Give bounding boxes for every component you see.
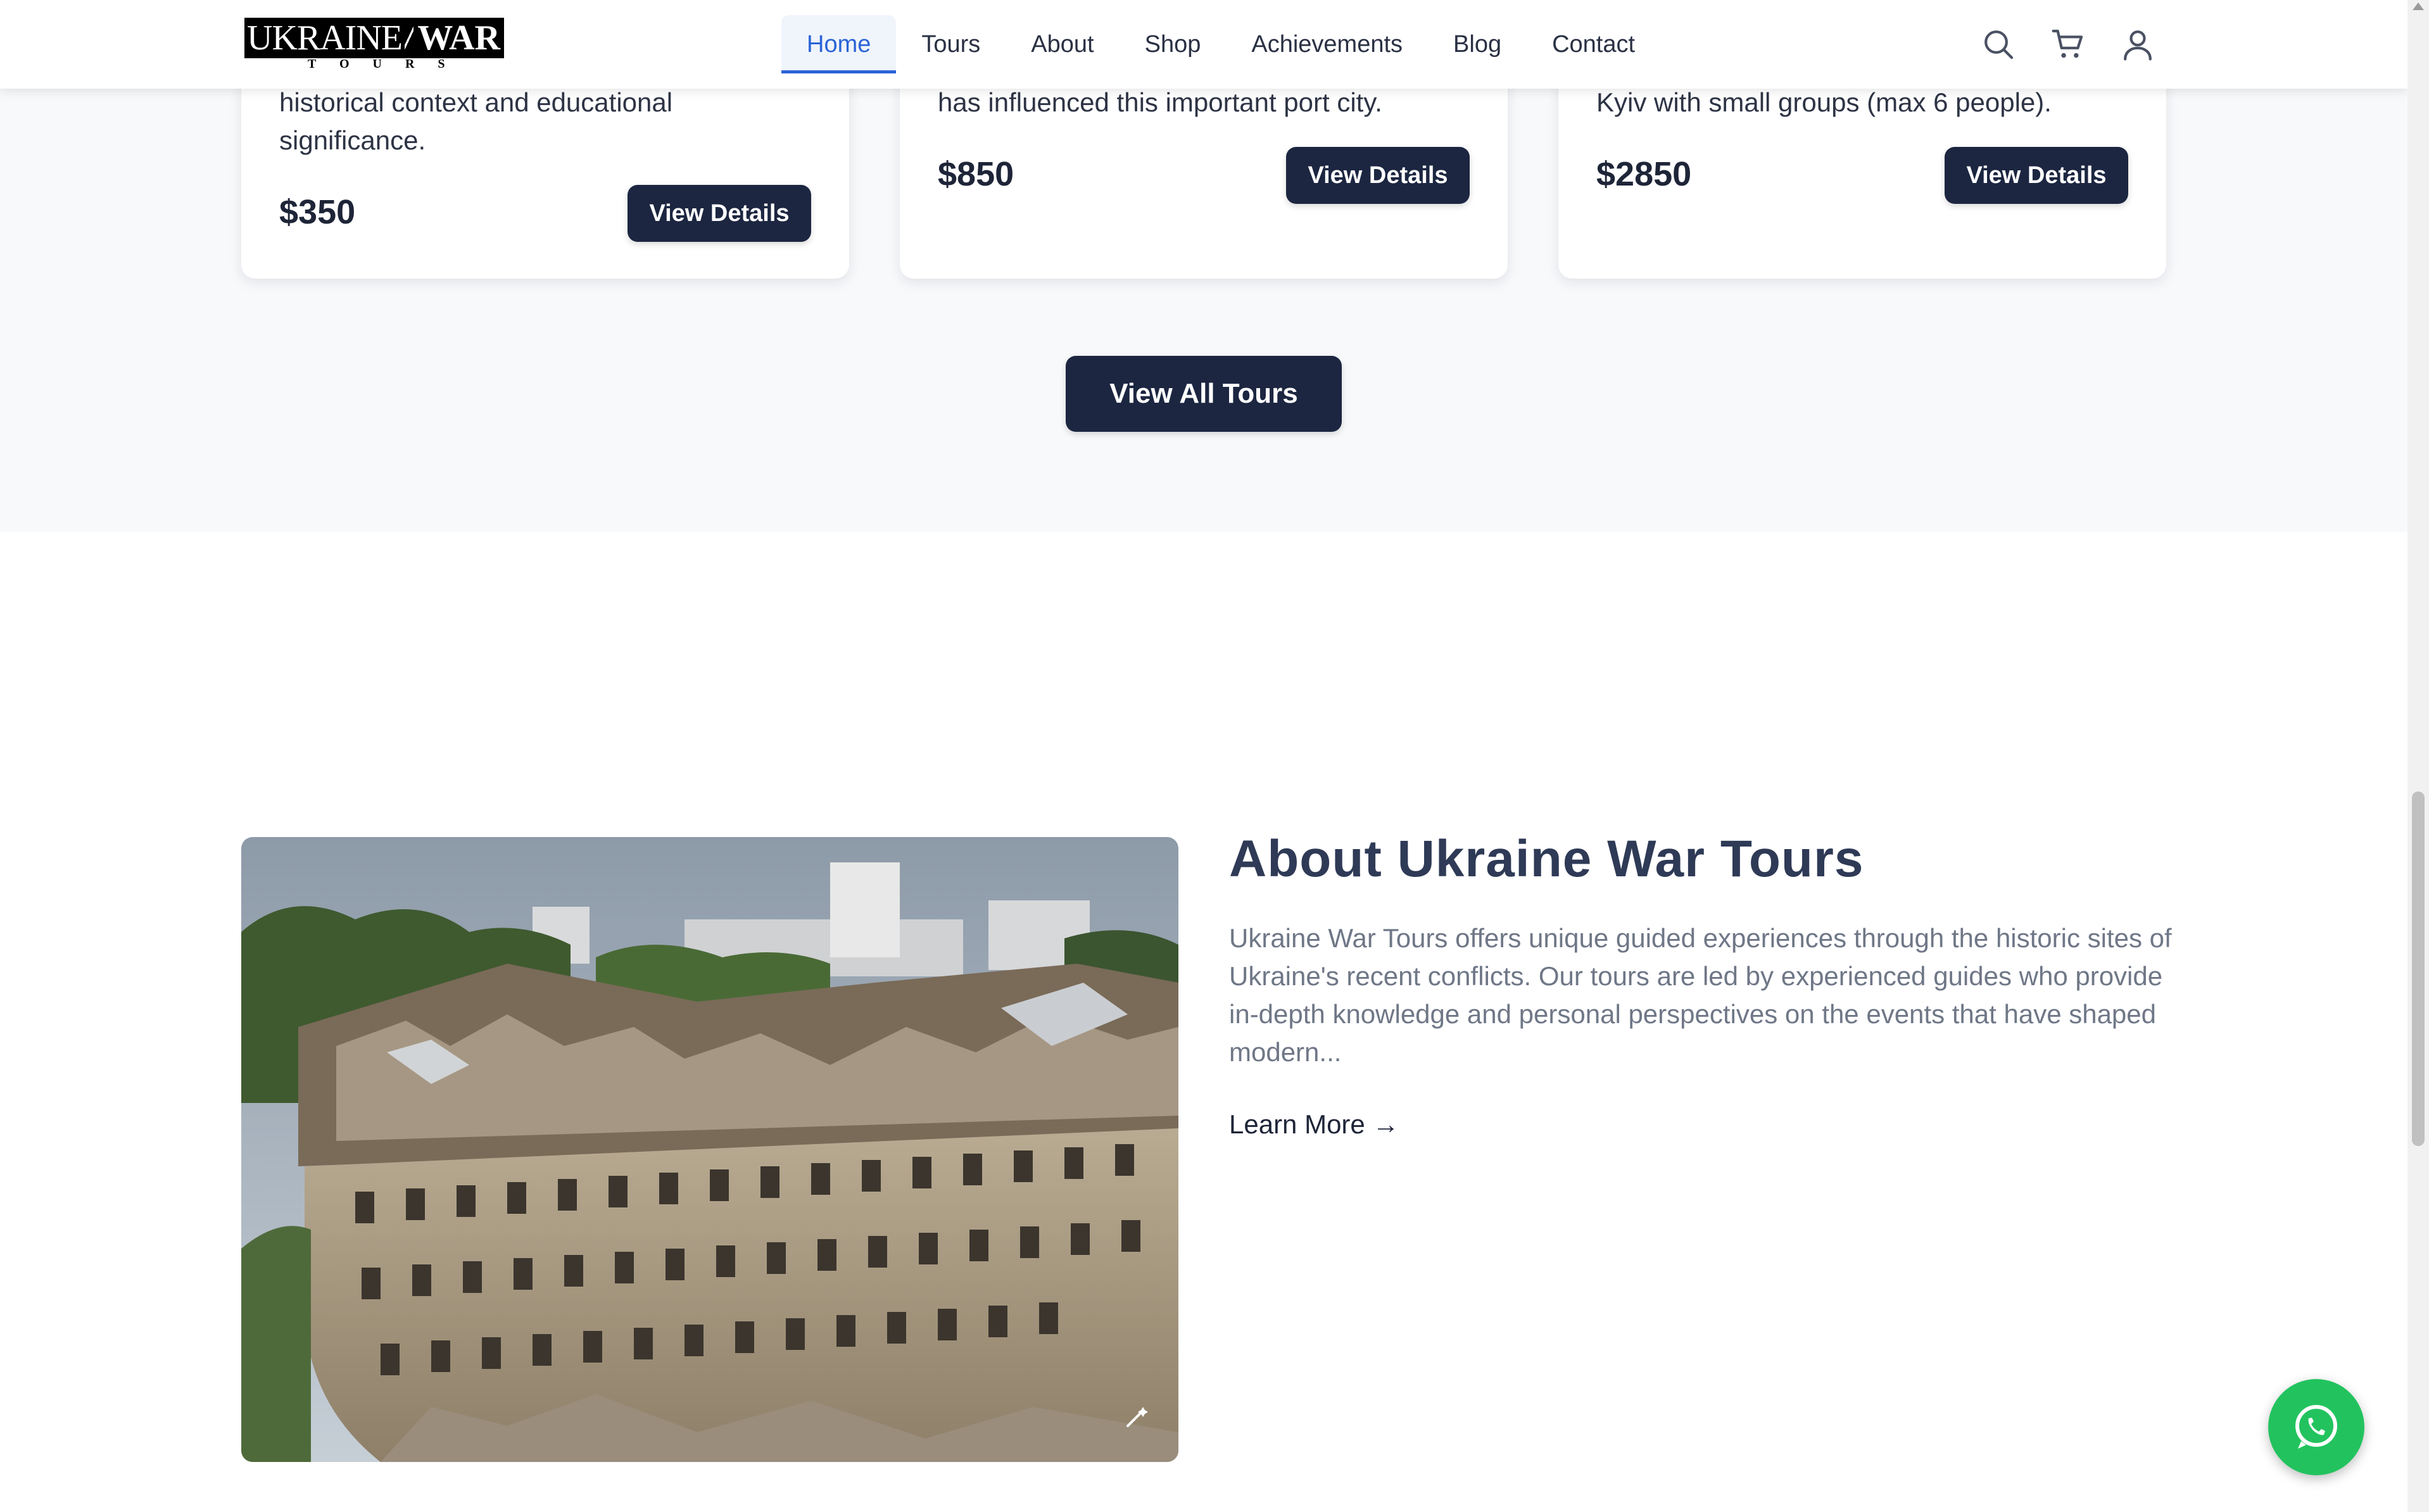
view-details-button[interactable]: View Details	[1945, 147, 2128, 204]
nav-home[interactable]: Home	[781, 15, 897, 73]
main-nav: Home Tours About Shop Achievements Blog …	[781, 15, 1660, 73]
about-description: Ukraine War Tours offers unique guided e…	[1229, 923, 2172, 1067]
cart-icon[interactable]	[2050, 27, 2086, 62]
tour-description: Kyiv with small groups (max 6 people).	[1596, 87, 2052, 117]
nav-achievements[interactable]: Achievements	[1226, 15, 1428, 73]
logo-text: UKRAINE	[244, 18, 405, 58]
about-image	[241, 837, 1178, 1462]
view-details-button[interactable]: View Details	[628, 185, 811, 242]
about-title: About Ukraine War Tours	[1229, 830, 1864, 888]
scrollbar-thumb[interactable]	[2412, 791, 2425, 1146]
scroll-up-arrow[interactable]	[2413, 3, 2424, 10]
view-all-tours-button[interactable]: View All Tours	[1066, 356, 1342, 432]
tour-description: has influenced this important port city.	[938, 87, 1382, 117]
tour-description: historical context and educational signi…	[279, 87, 673, 155]
user-icon[interactable]	[2120, 27, 2155, 62]
logo-war-text: WAR	[413, 18, 504, 58]
nav-about[interactable]: About	[1006, 15, 1119, 73]
learn-more-link[interactable]: Learn More →	[1229, 1109, 1399, 1140]
ruined-building-photo	[241, 837, 1178, 1462]
site-header: UKRAINE WAR TOURS Home Tours About Shop …	[0, 0, 2407, 89]
nav-shop[interactable]: Shop	[1120, 15, 1227, 73]
nav-blog[interactable]: Blog	[1428, 15, 1527, 73]
nav-contact[interactable]: Contact	[1527, 15, 1660, 73]
search-icon[interactable]	[1981, 27, 2016, 62]
whatsapp-button[interactable]	[2268, 1379, 2364, 1475]
whatsapp-icon	[2295, 1405, 2337, 1449]
tour-price: $2850	[1596, 155, 1692, 193]
tour-price: $850	[938, 155, 1014, 193]
logo-subtext: TOURS	[308, 57, 469, 71]
page: historical context and educational signi…	[0, 0, 2407, 1512]
nav-tours[interactable]: Tours	[896, 15, 1006, 73]
view-details-button[interactable]: View Details	[1286, 147, 1470, 204]
page-scrollbar[interactable]	[2407, 0, 2429, 1512]
tour-price: $350	[279, 193, 356, 231]
logo-slash	[404, 18, 414, 58]
logo[interactable]: UKRAINE WAR TOURS	[244, 18, 504, 71]
